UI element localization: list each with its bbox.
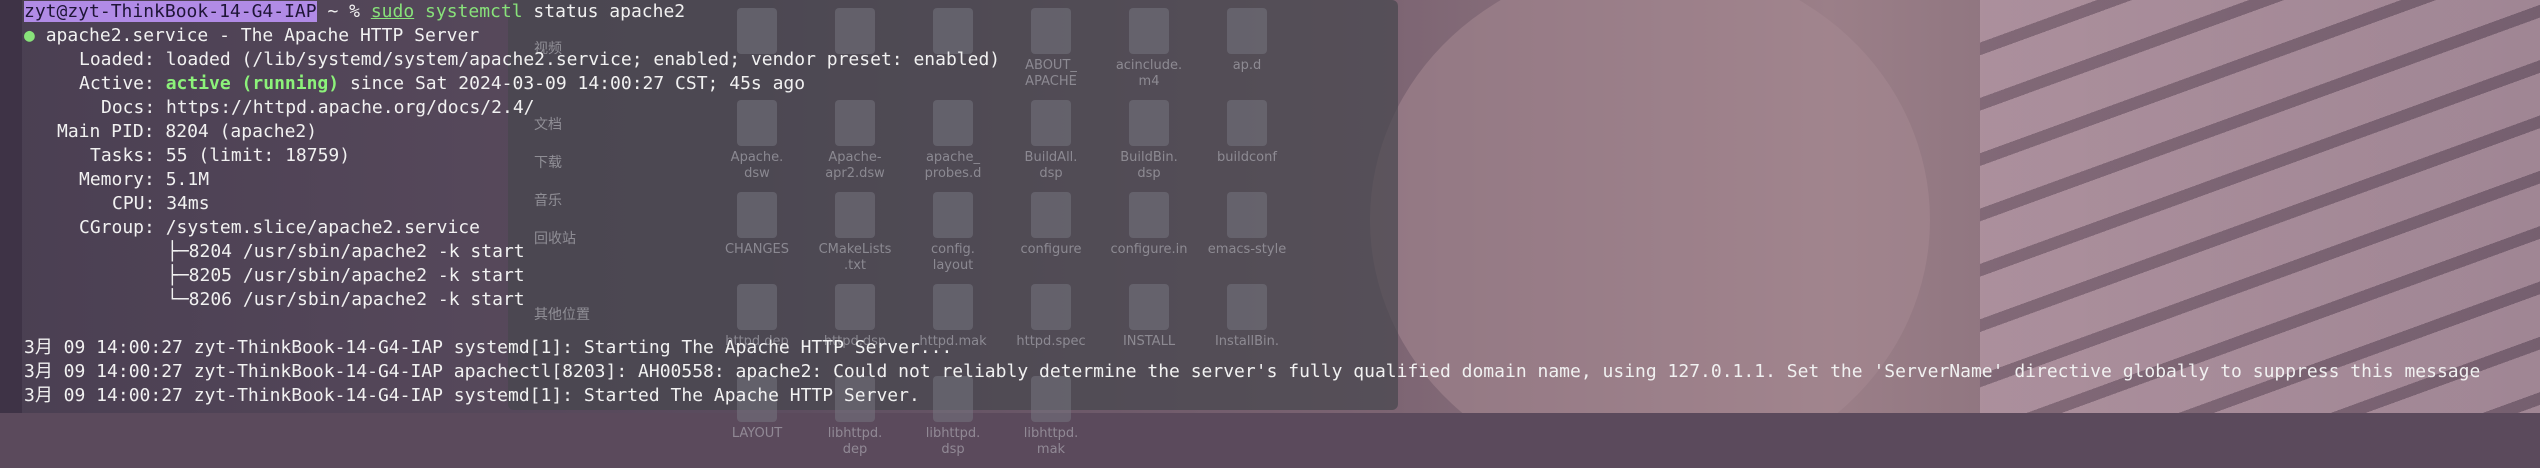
service-title: apache2.service - The Apache HTTP Server (45, 25, 480, 46)
prompt-line: zyt@zyt-ThinkBook-14-G4-IAP ~ % sudo sys… (24, 0, 685, 24)
prompt-userhost: zyt@zyt-ThinkBook-14-G4-IAP (24, 1, 317, 22)
loaded-row: Loaded: loaded (/lib/systemd/system/apac… (79, 48, 1000, 72)
active-label: Active: (79, 73, 155, 94)
service-header: ● apache2.service - The Apache HTTP Serv… (24, 24, 479, 48)
mainpid-label: Main PID: (57, 121, 155, 142)
memory-value: 5.1M (165, 169, 210, 190)
cpu-row: CPU: 34ms (112, 192, 210, 216)
process-line: ├─8204 /usr/sbin/apache2 -k start (167, 241, 525, 262)
cgroup-label: CGroup: (79, 217, 155, 238)
log-line: 3月 09 14:00:27 zyt-ThinkBook-14-G4-IAP s… (24, 337, 953, 358)
log-line: 3月 09 14:00:27 zyt-ThinkBook-14-G4-IAP s… (24, 385, 920, 406)
cpu-value: 34ms (166, 193, 210, 214)
mainpid-row: Main PID: 8204 (apache2) (57, 120, 317, 144)
file-name: libhttpd. dsp (925, 426, 981, 457)
memory-label: Memory: (79, 169, 155, 190)
prompt-cwd: ~ % (327, 1, 360, 22)
file-name: libhttpd. dep (827, 426, 883, 457)
cgroup-value: /system.slice/apache2.service (165, 217, 480, 238)
file-name: LAYOUT (731, 426, 783, 441)
cpu-label: CPU: (112, 193, 156, 214)
active-row: Active: active (running) since Sat 2024-… (79, 72, 805, 96)
log-line: 3月 09 14:00:27 zyt-ThinkBook-14-G4-IAP a… (24, 361, 2481, 382)
tasks-label: Tasks: (90, 145, 156, 166)
terminal-output[interactable]: zyt@zyt-ThinkBook-14-G4-IAP ~ % sudo sys… (0, 0, 2540, 413)
process-line: ├─8205 /usr/sbin/apache2 -k start (167, 265, 525, 286)
docs-label: Docs: (101, 97, 156, 118)
cmd-sudo: sudo (370, 1, 415, 22)
cmd-args: status apache2 (533, 1, 686, 22)
file-name: libhttpd. mak (1023, 426, 1079, 457)
docs-row: Docs: https://httpd.apache.org/docs/2.4/ (101, 96, 535, 120)
tasks-row: Tasks: 55 (limit: 18759) (90, 144, 350, 168)
cgroup-row: CGroup: /system.slice/apache2.service (79, 216, 480, 240)
tasks-value: 55 (limit: 18759) (165, 145, 351, 166)
mainpid-value: 8204 (apache2) (165, 121, 318, 142)
active-since: since Sat 2024-03-09 14:00:27 CST; 45s a… (349, 73, 806, 94)
process-line: └─8206 /usr/sbin/apache2 -k start (167, 289, 525, 310)
status-dot-icon: ● (24, 25, 35, 46)
memory-row: Memory: 5.1M (79, 168, 209, 192)
loaded-label: Loaded: (79, 49, 155, 70)
loaded-value: loaded (/lib/systemd/system/apache2.serv… (165, 49, 1001, 70)
active-state: active (running) (165, 73, 340, 94)
cmd-systemctl: systemctl (425, 1, 523, 22)
docs-link[interactable]: https://httpd.apache.org/docs/2.4/ (166, 97, 534, 118)
